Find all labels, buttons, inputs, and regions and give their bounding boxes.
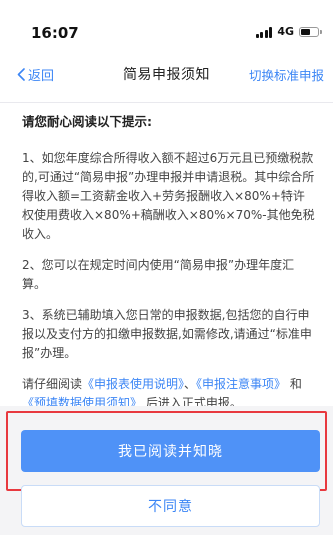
battery-icon: [299, 27, 322, 37]
disagree-button[interactable]: 不同意: [21, 485, 320, 527]
declaration-notes-link[interactable]: 《申报注意事项》: [196, 377, 286, 391]
notice-content: 请您耐心阅读以下提示: 1、如您年度综合所得收入额不超过6万元且已预缴税款的,可…: [0, 102, 333, 410]
agree-button[interactable]: 我已阅读并知晓: [21, 430, 320, 472]
reading-prompt-separator: 、: [184, 377, 197, 391]
network-label: 4G: [277, 25, 294, 38]
reading-prompt-prefix: 请仔细阅读: [22, 377, 83, 391]
signal-icon: [255, 26, 273, 38]
status-bar: 16:07 4G: [0, 0, 333, 46]
reading-prompt-and: 和: [289, 377, 302, 391]
notice-item-2: 2、您可以在规定时间内使用“简易申报”办理年度汇算。: [22, 258, 295, 291]
notice-item-3: 3、系统已辅助填入您日常的申报数据,包括您的自行申报以及支付方的扣缴申报数据,如…: [22, 308, 312, 360]
status-time: 16:07: [31, 24, 79, 42]
form-instructions-link[interactable]: 《申报表使用说明》: [82, 377, 184, 391]
action-area: 我已阅读并知晓 不同意: [0, 406, 333, 535]
notice-heading: 请您耐心阅读以下提示:: [22, 114, 152, 129]
nav-bar: 返回 简易申报须知 切换标准申报: [0, 46, 333, 102]
notice-item-1: 1、如您年度综合所得收入额不超过6万元且已预缴税款的,可通过“简易申报”办理申报…: [22, 151, 315, 241]
phone-screen: 16:07 4G 返回 简易申报须知 切换标准申报 请您耐心阅读以下提示: 1、…: [0, 0, 333, 535]
switch-standard-declaration-link[interactable]: 切换标准申报: [249, 65, 324, 84]
status-indicators: 4G: [255, 25, 322, 39]
